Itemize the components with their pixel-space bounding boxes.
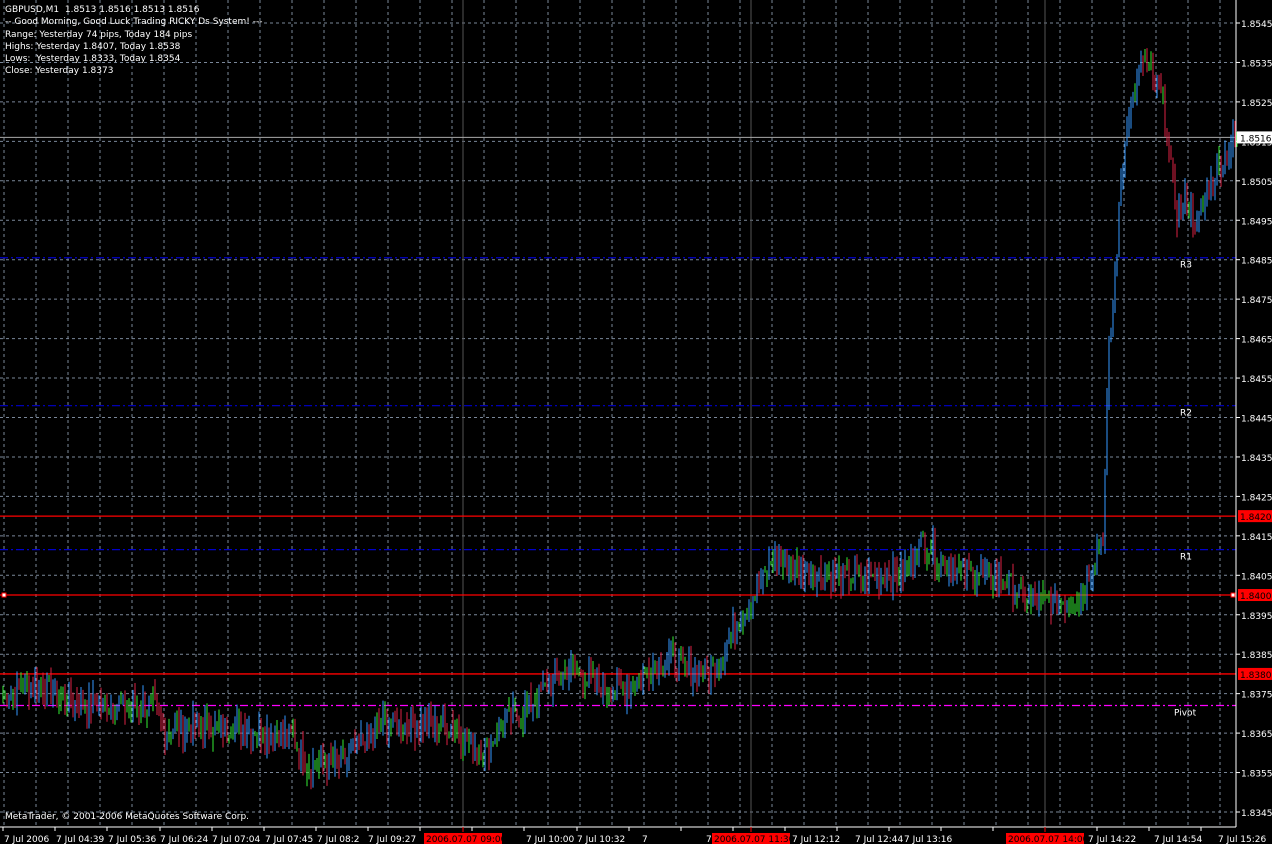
greeting-line: -- Good Morning, Good Luck Trading RICKY… bbox=[5, 17, 263, 28]
range-line: Range: Yesterday 74 pips, Today 184 pips bbox=[5, 29, 193, 40]
current-price-label: 1.8516 bbox=[1240, 134, 1272, 144]
y-tick-label: 1.8425 bbox=[1241, 493, 1272, 503]
y-tick-label: 1.8375 bbox=[1241, 691, 1272, 701]
x-tick-label: 7 Jul 13:16 bbox=[904, 835, 953, 844]
x-tick-label: 7 Jul 05:36 bbox=[108, 835, 157, 844]
axes: 1.85451.85351.85251.85151.85051.84951.84… bbox=[0, 0, 1272, 844]
y-tick-label: 1.8505 bbox=[1241, 178, 1272, 188]
grid bbox=[0, 0, 1236, 827]
pivot-label: R1 bbox=[1180, 553, 1192, 563]
y-tick-label: 1.8465 bbox=[1241, 336, 1272, 346]
x-tick-label: 7 Jul 08:2 bbox=[317, 835, 360, 844]
y-tick-label: 1.8385 bbox=[1241, 651, 1272, 661]
x-tick-label: 7 Jul 07:04 bbox=[212, 835, 261, 844]
y-tick-label: 1.8455 bbox=[1241, 375, 1272, 385]
y-tick-label: 1.8525 bbox=[1241, 99, 1272, 109]
y-tick-label: 1.8435 bbox=[1241, 454, 1272, 464]
copyright: MetaTrader, © 2001-2006 MetaQuotes Softw… bbox=[5, 812, 250, 822]
lows-line: Lows: Yesterday 1.8333, Today 1.8354 bbox=[5, 54, 181, 65]
x-tick-label: 7 Jul 09:27 bbox=[368, 835, 416, 844]
x-tick-label: 7 Jul 04:39 bbox=[56, 835, 105, 844]
y-tick-label: 1.8345 bbox=[1241, 809, 1272, 819]
pivot-label: R2 bbox=[1180, 409, 1192, 419]
line-handle bbox=[1, 592, 7, 598]
highs-line: Highs: Yesterday 1.8407, Today 1.8538 bbox=[5, 41, 181, 52]
info-panel: GBPUSD,M1 1.8513 1.8516 1.8513 1.8516 -- … bbox=[5, 4, 262, 78]
symbol-line: GBPUSD,M1 1.8513 1.8516 1.8513 1.8516 bbox=[5, 5, 200, 15]
x-tick-label: 7 Jul 12:44 bbox=[855, 835, 904, 844]
x-tick-label: 7 Jul 10:00 bbox=[526, 835, 575, 844]
x-tick-label: 7 Jul 12:12 bbox=[792, 835, 840, 844]
pivot-label: R3 bbox=[1180, 261, 1192, 271]
y-tick-label: 1.8485 bbox=[1241, 257, 1272, 267]
x-tick-label: 7 Jul 15:26 bbox=[1218, 835, 1267, 844]
time-marker-label: 2006.07.07 09:00 bbox=[426, 835, 507, 844]
x-tick-label: 7 Jul 2006 bbox=[4, 835, 49, 844]
y-tick-label: 1.8405 bbox=[1241, 572, 1272, 582]
pivot-label: Pivot bbox=[1174, 708, 1197, 718]
line-handle bbox=[1230, 592, 1236, 598]
y-tick-label: 1.8535 bbox=[1241, 59, 1272, 69]
y-tick-label: 1.8355 bbox=[1241, 770, 1272, 780]
y-tick-label: 1.8475 bbox=[1241, 296, 1272, 306]
y-tick-label: 1.8415 bbox=[1241, 533, 1272, 543]
y-tick-label: 1.8545 bbox=[1241, 20, 1272, 30]
y-tick-label: 1.8445 bbox=[1241, 415, 1272, 425]
time-marker-label: 2006.07.07 14:00 bbox=[1008, 835, 1089, 844]
time-marker-label: 2006.07.07 11:30 bbox=[714, 835, 795, 844]
level-price-label: 1.8420 bbox=[1240, 513, 1272, 523]
x-tick-label: 7 Jul 07:45 bbox=[265, 835, 313, 844]
x-tick-label: 7 Jul 14:54 bbox=[1154, 835, 1203, 844]
x-tick-label: 7 Jul 14:22 bbox=[1088, 835, 1136, 844]
level-lines: R3 R2 R1 Pivot bbox=[0, 136, 1236, 718]
level-price-label: 1.8400 bbox=[1240, 592, 1272, 602]
x-tick-label: 7 Jul 10:32 bbox=[577, 835, 625, 844]
y-tick-label: 1.8365 bbox=[1241, 730, 1272, 740]
price-chart[interactable]: R3R2R1Pivot 1.85451.85351.85251.85151.85… bbox=[0, 0, 1272, 844]
price-bars bbox=[2, 48, 1238, 790]
y-tick-label: 1.8395 bbox=[1241, 612, 1272, 622]
x-tick-label: 7 bbox=[642, 835, 648, 844]
level-price-label: 1.8380 bbox=[1240, 671, 1272, 681]
y-tick-label: 1.8495 bbox=[1241, 217, 1272, 227]
close-line: Close: Yesterday 1.8373 bbox=[5, 66, 114, 77]
x-tick-label: 7 Jul 06:24 bbox=[160, 835, 209, 844]
